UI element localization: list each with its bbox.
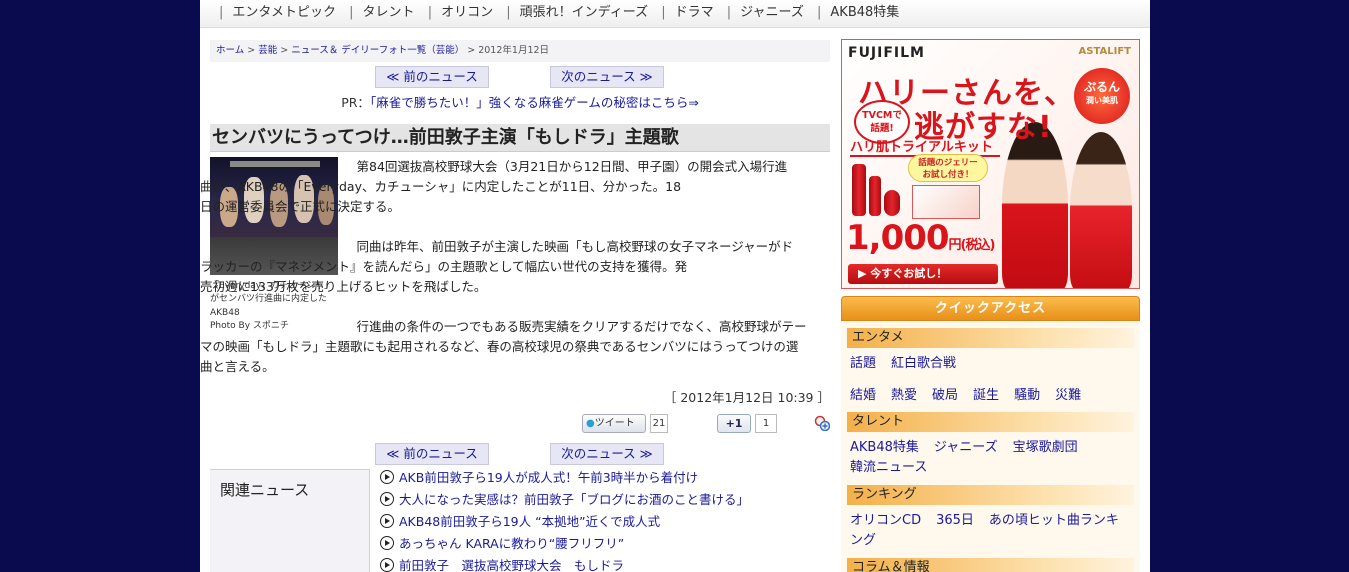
- qa-links-row: 韓流ニュース: [850, 458, 1135, 478]
- ad-jelly-badge: 話題のジェリー お試し付き！: [908, 154, 988, 182]
- play-circle-icon: [380, 492, 394, 506]
- nav-oricon[interactable]: オリコン: [441, 5, 493, 20]
- quick-access-panel: クイックアクセス エンタメ 話題 紅白歌合戦 結婚 熱愛 破局 誕生 騒動 災難 タレント …: [841, 296, 1140, 572]
- qa-links-row: 結婚 熱愛 破局 誕生 騒動 災難: [850, 386, 1135, 406]
- ad-product-jar: [884, 190, 900, 216]
- quick-access-title: クイックアクセス: [841, 296, 1140, 321]
- next-news-button-bottom[interactable]: 次のニュース ≫: [550, 443, 664, 465]
- qa-link[interactable]: オリコンCD: [850, 513, 921, 528]
- breadcrumb-geino[interactable]: 芸能: [258, 45, 277, 56]
- qa-link[interactable]: 熱愛: [891, 388, 917, 403]
- qa-link[interactable]: 破局: [932, 388, 958, 403]
- qa-link[interactable]: 宝塚歌劇団: [1013, 440, 1078, 455]
- qa-link[interactable]: 騒動: [1014, 388, 1040, 403]
- ad-cta-button[interactable]: ▶ 今すぐお試し！: [848, 264, 998, 284]
- article-paragraph-1: 第84回選抜高校野球大会（3月21日から12日間、甲子園）の開会式入場行進 曲が…: [200, 159, 788, 214]
- next-news-button[interactable]: 次のニュース ≫: [550, 66, 664, 88]
- play-circle-icon: [380, 558, 394, 572]
- qa-links-row: ング: [850, 531, 1135, 551]
- nav-akb48[interactable]: AKB48特集: [830, 5, 899, 20]
- breadcrumb-date: 2012年1月12日: [478, 45, 550, 56]
- top-navigation: | エンタメトピック | タレント | オリコン | 頑張れ！インディーズ | ドラマ |…: [200, 0, 1150, 28]
- qa-link[interactable]: 紅白歌合戦: [891, 356, 956, 371]
- qa-link[interactable]: AKB48特集: [850, 440, 919, 455]
- qa-section-entame: エンタメ: [847, 328, 1134, 348]
- qa-link[interactable]: 話題: [850, 356, 876, 371]
- qa-link[interactable]: ジャニーズ: [934, 440, 998, 455]
- twitter-bird-icon: ●: [586, 418, 595, 429]
- ad-brand-secondary: ASTALIFT: [1078, 46, 1131, 57]
- related-news-item[interactable]: 前田敦子 選抜高校野球大会 もしドラ: [380, 555, 624, 572]
- qa-link[interactable]: 災難: [1055, 388, 1081, 403]
- bookmark-add-icon[interactable]: [814, 415, 830, 431]
- pager-bottom: ≪ 前のニュース 次のニュース ≫: [210, 443, 830, 465]
- play-circle-icon: [380, 514, 394, 528]
- article-paragraph-2: 同曲は昨年、前田敦子が主演した映画「もし高校野球の女子マネージャーがド ラッカー…: [200, 239, 794, 294]
- ad-product-box: [912, 185, 980, 219]
- tweet-count: 21: [650, 414, 668, 433]
- ad-model-left: [1002, 122, 1068, 288]
- article-date: ［ 2012年1月12日 10:39 ］: [663, 390, 830, 405]
- related-news-item[interactable]: AKB48前田敦子ら19人 “本拠地”近くで成人式: [380, 511, 660, 533]
- qa-links-row: 話題 紅白歌合戦: [850, 354, 1135, 374]
- qa-section-talent: タレント: [847, 412, 1134, 432]
- ad-product-bottle: [852, 164, 866, 216]
- pr-link[interactable]: 「麻雀で勝ちたい！」強くなる麻雀ゲームの秘密はこちら⇒: [370, 95, 699, 110]
- qa-link[interactable]: 365日: [936, 513, 974, 528]
- ad-price: 1,000円(税込): [846, 218, 995, 258]
- prev-news-button-bottom[interactable]: ≪ 前のニュース: [375, 443, 489, 465]
- nav-talent[interactable]: タレント: [363, 5, 415, 20]
- nav-entame-topic[interactable]: エンタメトピック: [232, 5, 336, 20]
- advertisement-banner[interactable]: FUJIFILM ASTALIFT ハリーさんを、 逃がすな! TVCMで 話題!…: [841, 39, 1140, 289]
- play-circle-icon: [380, 470, 394, 484]
- breadcrumb-news[interactable]: ニュース＆ デイリーフォト一覧（芸能）: [291, 45, 464, 56]
- prev-news-button[interactable]: ≪ 前のニュース: [375, 66, 489, 88]
- related-news-item[interactable]: 大人になった実感は？前田敦子「ブログにお酒のこと書ける」: [380, 489, 749, 511]
- qa-link[interactable]: 結婚: [850, 388, 876, 403]
- qa-link[interactable]: ング: [850, 533, 876, 548]
- ad-model-right: [1070, 132, 1132, 288]
- social-bar: ●ツイート 21 +1 1: [210, 412, 830, 436]
- ad-brand: FUJIFILM: [848, 45, 925, 61]
- article-headline: センバツにうってつけ…前田敦子主演「もしドラ」主題歌: [210, 124, 830, 152]
- nav-indies[interactable]: 頑張れ！インディーズ: [520, 5, 648, 20]
- breadcrumb-home[interactable]: ホーム: [216, 45, 244, 56]
- qa-section-ranking: ランキング: [847, 485, 1134, 505]
- related-news-title: 関連ニュース: [210, 469, 370, 572]
- play-circle-icon: [380, 536, 394, 550]
- page: | エンタメトピック | タレント | オリコン | 頑張れ！インディーズ | ドラマ |…: [200, 0, 1150, 572]
- nav-johnnys[interactable]: ジャニーズ: [740, 5, 804, 20]
- google-plus-one-button[interactable]: +1: [717, 414, 751, 433]
- tweet-button[interactable]: ●ツイート: [582, 414, 646, 433]
- pr-line: PR：「麻雀で勝ちたい！」強くなる麻雀ゲームの秘密はこちら⇒: [210, 93, 830, 113]
- breadcrumb: ホーム > 芸能 > ニュース＆ デイリーフォト一覧（芸能） > 2012年1月…: [210, 40, 830, 62]
- ad-puru-badge: ぷるん 潤い美肌: [1074, 68, 1130, 124]
- qa-link[interactable]: 誕生: [973, 388, 999, 403]
- pager-top: ≪ 前のニュース 次のニュース ≫: [210, 66, 830, 88]
- pr-prefix: PR：: [341, 95, 370, 110]
- qa-link[interactable]: あの頃ヒット曲ランキ: [989, 513, 1119, 528]
- related-news-item[interactable]: AKB前田敦子ら19人が成人式！午前3時半から着付け: [380, 467, 698, 489]
- qa-links-row: AKB48特集 ジャニーズ 宝塚歌劇団: [850, 438, 1135, 458]
- plus-one-count: 1: [755, 414, 777, 433]
- article-paragraph-3: 行進曲の条件の一つでもある販売実績をクリアするだけでなく、高校野球がテー マの映…: [200, 319, 807, 374]
- related-news-item[interactable]: あっちゃん KARAに教わり“腰フリフリ”: [380, 533, 624, 555]
- nav-drama[interactable]: ドラマ: [675, 5, 714, 20]
- ad-product-bottle: [869, 176, 881, 216]
- qa-section-column: コラム＆情報: [847, 558, 1134, 572]
- qa-link[interactable]: 韓流ニュース: [850, 460, 927, 475]
- qa-links-row: オリコンCD 365日 あの頃ヒット曲ランキ: [850, 511, 1135, 531]
